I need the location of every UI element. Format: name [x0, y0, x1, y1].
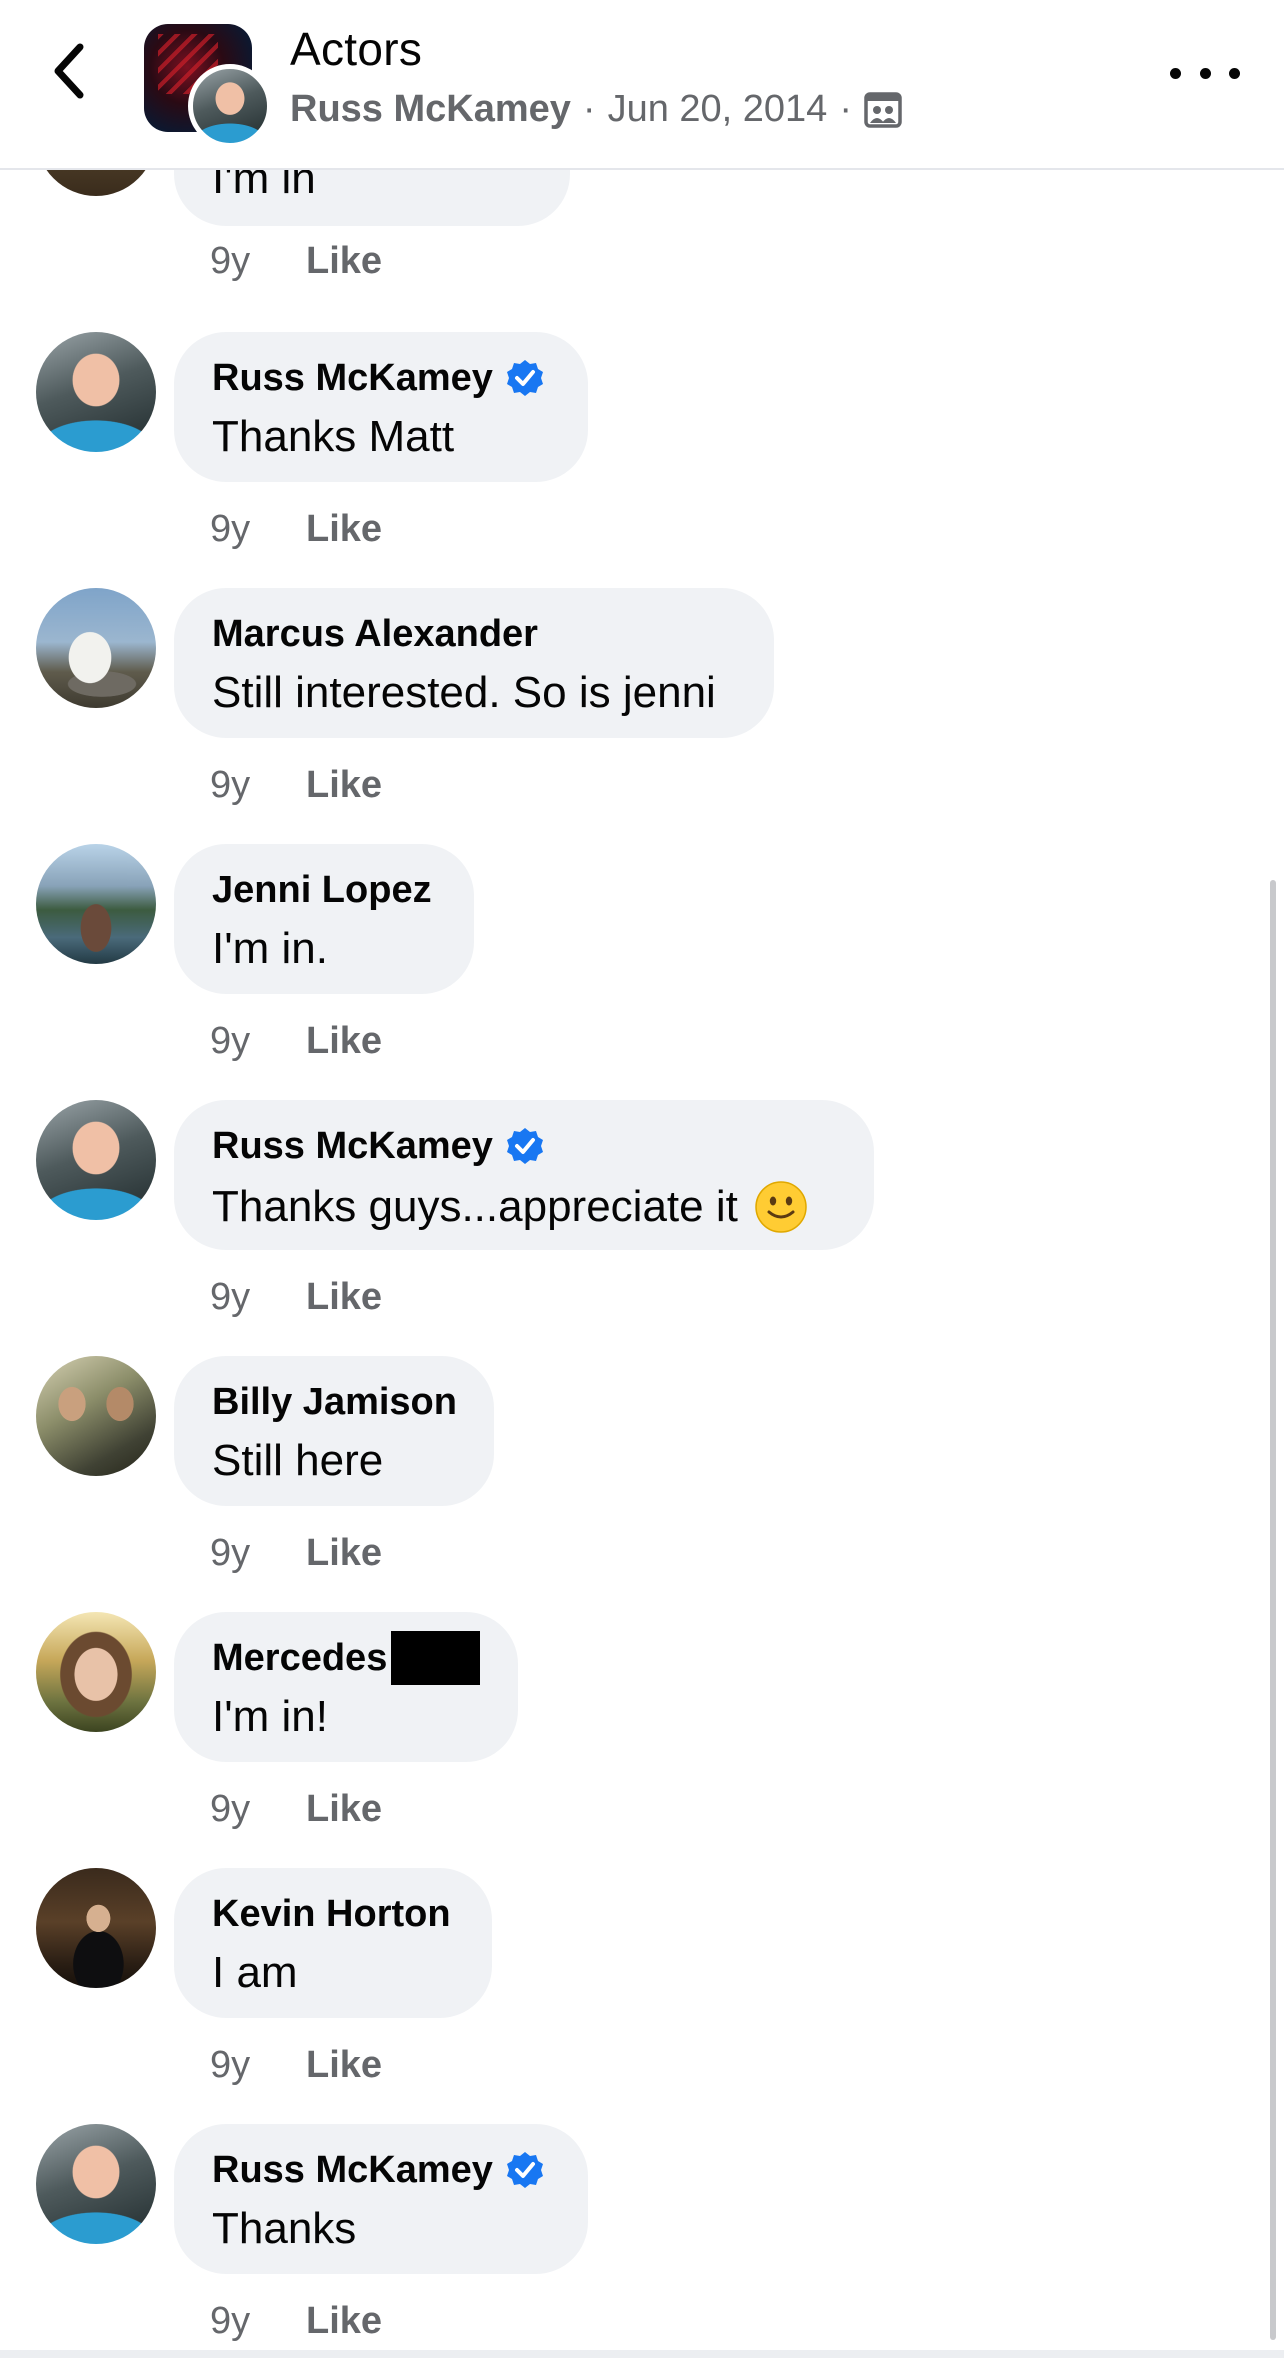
- comment-text: Thanks guys...appreciate it: [212, 1182, 738, 1231]
- comment-text: Thanks Matt: [212, 412, 455, 461]
- commenter-name[interactable]: Russ McKamey: [212, 2149, 493, 2192]
- commenter-avatar[interactable]: [36, 1612, 156, 1732]
- verified-badge-icon: [506, 1128, 543, 1164]
- post-header: Actors Russ McKamey · Jun 20, 2014 ·: [0, 0, 1284, 170]
- like-button[interactable]: Like: [306, 1020, 382, 1063]
- like-button[interactable]: Like: [306, 1532, 382, 1575]
- commenter-name[interactable]: Mercedes: [212, 1637, 387, 1680]
- author-avatar[interactable]: [188, 64, 272, 148]
- comment-bubble[interactable]: Jenni Lopez I'm in.: [174, 844, 474, 994]
- verified-badge-icon: [506, 360, 543, 396]
- commenter-avatar[interactable]: [36, 588, 156, 708]
- commenter-avatar[interactable]: [36, 1356, 156, 1476]
- comment-age: 9y: [210, 1532, 251, 1574]
- comment-text: Still here: [212, 1436, 384, 1485]
- comment-text: I'm in!: [212, 1692, 328, 1741]
- comment-age: 9y: [210, 764, 251, 806]
- post-author[interactable]: Russ McKamey: [290, 88, 571, 131]
- comment-item: Russ McKamey Thanks 9y Like: [0, 2124, 1284, 2380]
- comment-text: I am: [212, 1948, 298, 1997]
- commenter-name[interactable]: Russ McKamey: [212, 357, 493, 400]
- comment-text: Still interested. So is jenni: [212, 668, 716, 717]
- comment-meta: 9y Like: [210, 1532, 382, 1575]
- like-button[interactable]: Like: [306, 2300, 382, 2343]
- more-options-button[interactable]: [1170, 48, 1240, 98]
- comment-age: 9y: [210, 1788, 251, 1830]
- group-title[interactable]: Actors: [290, 22, 422, 76]
- comment-bubble[interactable]: Russ McKamey Thanks Matt: [174, 332, 588, 482]
- comment-bubble[interactable]: Kevin Horton I am: [174, 1868, 492, 2018]
- comment-item: Mercedes I'm in! 9y Like: [0, 1612, 1284, 1868]
- commenter-avatar[interactable]: [36, 844, 156, 964]
- more-dot: [1229, 67, 1240, 79]
- comment-meta: 9y Like: [210, 764, 382, 807]
- comment-age: 9y: [210, 1020, 251, 1062]
- comment-age: 9y: [210, 2044, 251, 2086]
- like-button[interactable]: Like: [306, 240, 382, 283]
- redacted-surname: [391, 1631, 480, 1685]
- comment-bubble[interactable]: Mercedes I'm in!: [174, 1612, 518, 1762]
- commenter-avatar[interactable]: [36, 1100, 156, 1220]
- commenter-name[interactable]: Kevin Horton: [212, 1893, 451, 1936]
- comment-meta: 9y Like: [210, 508, 382, 551]
- comment-item: Russ McKamey Thanks Matt 9y Like: [0, 332, 1284, 588]
- comment-bubble[interactable]: Russ McKamey Thanks guys...appreciate it: [174, 1100, 874, 1250]
- comment-age: 9y: [210, 240, 251, 282]
- comment-meta: 9y Like: [210, 1020, 382, 1063]
- like-button[interactable]: Like: [306, 1276, 382, 1319]
- like-button[interactable]: Like: [306, 508, 382, 551]
- comment-age: 9y: [210, 1276, 251, 1318]
- separator-dot: ·: [582, 88, 596, 130]
- commenter-avatar[interactable]: [36, 1868, 156, 1988]
- post-date[interactable]: Jun 20, 2014: [608, 88, 828, 131]
- verified-badge-icon: [506, 2152, 543, 2188]
- comment-item: Russ McKamey Thanks guys...appreciate it…: [0, 1100, 1284, 1356]
- comment-item: Kevin Horton I am 9y Like: [0, 1868, 1284, 2124]
- commenter-name[interactable]: Billy Jamison: [212, 1381, 457, 1424]
- comment-meta: 9y Like: [210, 2044, 382, 2087]
- commenter-avatar[interactable]: [36, 332, 156, 452]
- comment-text: I'm in.: [212, 924, 328, 973]
- comment-item: Jenni Lopez I'm in. 9y Like: [0, 844, 1284, 1100]
- commenter-name[interactable]: Russ McKamey: [212, 1125, 493, 1168]
- comment-text: Thanks: [212, 2204, 357, 2253]
- commenter-avatar[interactable]: [36, 2124, 156, 2244]
- group-audience-icon: [864, 91, 902, 128]
- comment-meta: 9y Like: [210, 2300, 382, 2343]
- comment-meta: 9y Like: [210, 1788, 382, 1831]
- separator-dot: ·: [839, 88, 852, 130]
- comment-bubble[interactable]: Russ McKamey Thanks: [174, 2124, 588, 2274]
- slightly-smiling-face-icon: [755, 1181, 807, 1233]
- like-button[interactable]: Like: [306, 2044, 382, 2087]
- more-dot: [1170, 67, 1181, 79]
- comment-age: 9y: [210, 2300, 251, 2342]
- comment-age: 9y: [210, 508, 251, 550]
- scrollbar[interactable]: [1270, 880, 1276, 2340]
- commenter-name[interactable]: Jenni Lopez: [212, 869, 432, 912]
- comment-item: Billy Jamison Still here 9y Like: [0, 1356, 1284, 1612]
- like-button[interactable]: Like: [306, 1788, 382, 1831]
- bottom-edge: [0, 2350, 1284, 2358]
- comment-meta: 9y Like: [210, 240, 382, 283]
- more-dot: [1199, 67, 1211, 79]
- chevron-left-icon: [54, 43, 84, 99]
- post-subtitle: Russ McKamey · Jun 20, 2014 ·: [290, 88, 902, 131]
- commenter-name[interactable]: Marcus Alexander: [212, 613, 538, 656]
- back-button[interactable]: [40, 36, 100, 106]
- comment-bubble[interactable]: Marcus Alexander Still interested. So is…: [174, 588, 774, 738]
- like-button[interactable]: Like: [306, 764, 382, 807]
- comment-item: Marcus Alexander Still interested. So is…: [0, 588, 1284, 844]
- comment-meta: 9y Like: [210, 1276, 382, 1319]
- comment-bubble[interactable]: Billy Jamison Still here: [174, 1356, 494, 1506]
